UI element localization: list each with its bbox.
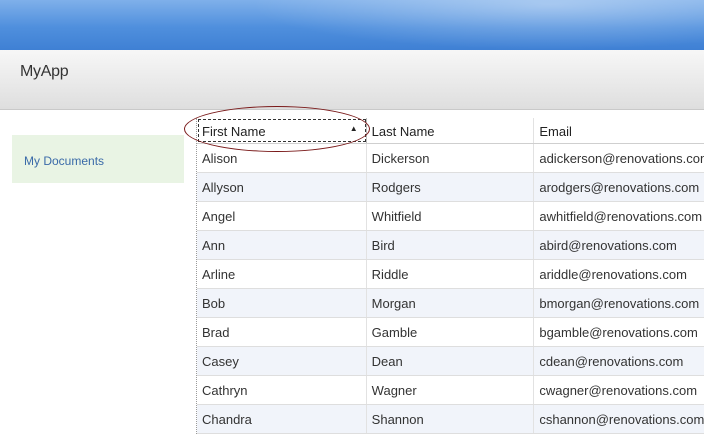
grid-body: Alison Dickerson adickerson@renovations.co… (197, 144, 704, 434)
first-name-cell: Bob (197, 289, 367, 317)
grid-header-row: First Name ▲ Last Name Email (197, 118, 704, 144)
column-header-email[interactable]: Email (534, 118, 704, 143)
email-cell: cwagner@renovations.com (539, 382, 698, 398)
email-cell: arodgers@renovations.com (539, 179, 700, 195)
first-name-cell: Allyson (197, 173, 367, 201)
table-row[interactable]: Bob Morgan bmorgan@renovations.com (197, 289, 704, 318)
last-name-cell: Dickerson (367, 144, 535, 172)
table-row[interactable]: Brad Gamble bgamble@renovations.com (197, 318, 704, 347)
first-name-cell: Cathryn (197, 376, 367, 404)
column-header-label: First Name (202, 124, 266, 139)
last-name-cell: Wagner (367, 376, 535, 404)
last-name-cell: Bird (367, 231, 535, 259)
email-cell: cdean@renovations.com (539, 353, 684, 369)
email-cell: awhitfield@renovations.com (539, 208, 703, 224)
last-name-cell: Whitfield (367, 202, 535, 230)
email-cell: adickerson@renovations.com (539, 150, 704, 166)
last-name-cell: Morgan (367, 289, 535, 317)
table-row[interactable]: Alison Dickerson adickerson@renovations.co… (197, 144, 704, 173)
last-name-cell: Rodgers (367, 173, 535, 201)
sort-ascending-icon: ▲ (349, 124, 358, 133)
column-header-first-name[interactable]: First Name ▲ (197, 118, 367, 143)
table-row[interactable]: Arline Riddle ariddle@renovations.com (197, 260, 704, 289)
column-header-last-name[interactable]: Last Name (367, 118, 535, 143)
email-cell: bmorgan@renovations.com (539, 295, 700, 311)
data-grid: First Name ▲ Last Name Email Alison Dicke… (196, 118, 704, 434)
first-name-cell: Ann (197, 231, 367, 259)
email-cell: abird@renovations.com (539, 237, 677, 253)
table-row[interactable]: Ann Bird abird@renovations.com (197, 231, 704, 260)
last-name-cell: Dean (367, 347, 535, 375)
email-cell: cshannon@renovations.com (539, 411, 704, 427)
last-name-cell: Gamble (367, 318, 535, 346)
first-name-cell: Casey (197, 347, 367, 375)
table-row[interactable]: Chandra Shannon cshannon@renovations.com (197, 405, 704, 434)
email-cell: bgamble@renovations.com (539, 324, 698, 340)
banner-decoration (250, 0, 704, 50)
app-title: MyApp (20, 63, 69, 80)
table-row[interactable]: Cathryn Wagner cwagner@renovations.com (197, 376, 704, 405)
table-row[interactable]: Allyson Rodgers arodgers@renovations.com (197, 173, 704, 202)
table-row[interactable]: Angel Whitfield awhitfield@renovations.com (197, 202, 704, 231)
first-name-cell: Arline (197, 260, 367, 288)
first-name-cell: Angel (197, 202, 367, 230)
table-row[interactable]: Casey Dean cdean@renovations.com (197, 347, 704, 376)
sidebar-item-my-documents[interactable]: My Documents (12, 135, 184, 183)
first-name-cell: Chandra (197, 405, 367, 433)
last-name-cell: Riddle (367, 260, 535, 288)
first-name-cell: Alison (197, 144, 367, 172)
first-name-cell: Brad (197, 318, 367, 346)
top-banner (0, 0, 704, 50)
email-cell: ariddle@renovations.com (539, 266, 687, 282)
app-header: MyApp (0, 50, 704, 110)
last-name-cell: Shannon (367, 405, 535, 433)
